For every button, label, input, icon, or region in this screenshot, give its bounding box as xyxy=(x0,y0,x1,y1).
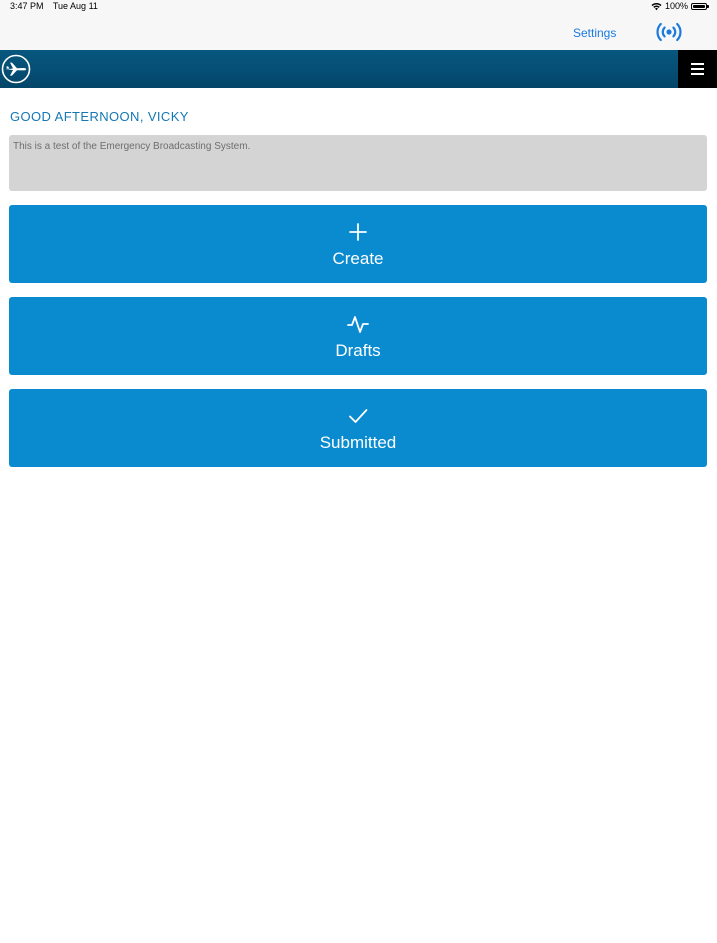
settings-link[interactable]: Settings xyxy=(573,26,616,40)
plus-icon xyxy=(349,223,367,241)
hamburger-menu-button[interactable] xyxy=(678,50,717,88)
wifi-icon xyxy=(651,2,662,10)
status-date: Tue Aug 11 xyxy=(52,1,98,11)
broadcast-icon xyxy=(656,22,682,42)
hamburger-menu-icon xyxy=(691,63,704,65)
status-bar-right: 100% xyxy=(651,1,709,11)
nav-bar xyxy=(0,50,717,88)
activity-icon xyxy=(347,316,369,333)
submitted-button[interactable]: Submitted xyxy=(9,389,707,467)
drafts-button[interactable]: Drafts xyxy=(9,297,707,375)
airplane-logo-icon[interactable] xyxy=(1,54,31,84)
broadcast-button[interactable] xyxy=(654,20,684,44)
broadcast-message: This is a test of the Emergency Broadcas… xyxy=(9,135,707,191)
hamburger-menu-icon-bar xyxy=(691,68,704,70)
status-time: 3:47 PM xyxy=(10,1,44,11)
create-button[interactable]: Create xyxy=(9,205,707,283)
create-button-label: Create xyxy=(332,249,384,268)
hamburger-menu-icon-bar xyxy=(691,73,704,75)
status-bar-left: 3:47 PM Tue Aug 11 xyxy=(10,1,105,11)
top-bar: Settings xyxy=(0,14,717,50)
battery-percentage: 100% xyxy=(664,1,688,11)
submitted-button-label: Submitted xyxy=(319,433,397,452)
status-bar: 3:47 PM Tue Aug 11 100% xyxy=(0,0,717,14)
greeting-heading: GOOD AFTERNOON, VICKY xyxy=(10,109,189,124)
battery-level-fill xyxy=(693,4,705,8)
battery-icon xyxy=(691,2,709,10)
checkmark-icon xyxy=(349,409,368,423)
drafts-button-label: Drafts xyxy=(335,341,381,360)
